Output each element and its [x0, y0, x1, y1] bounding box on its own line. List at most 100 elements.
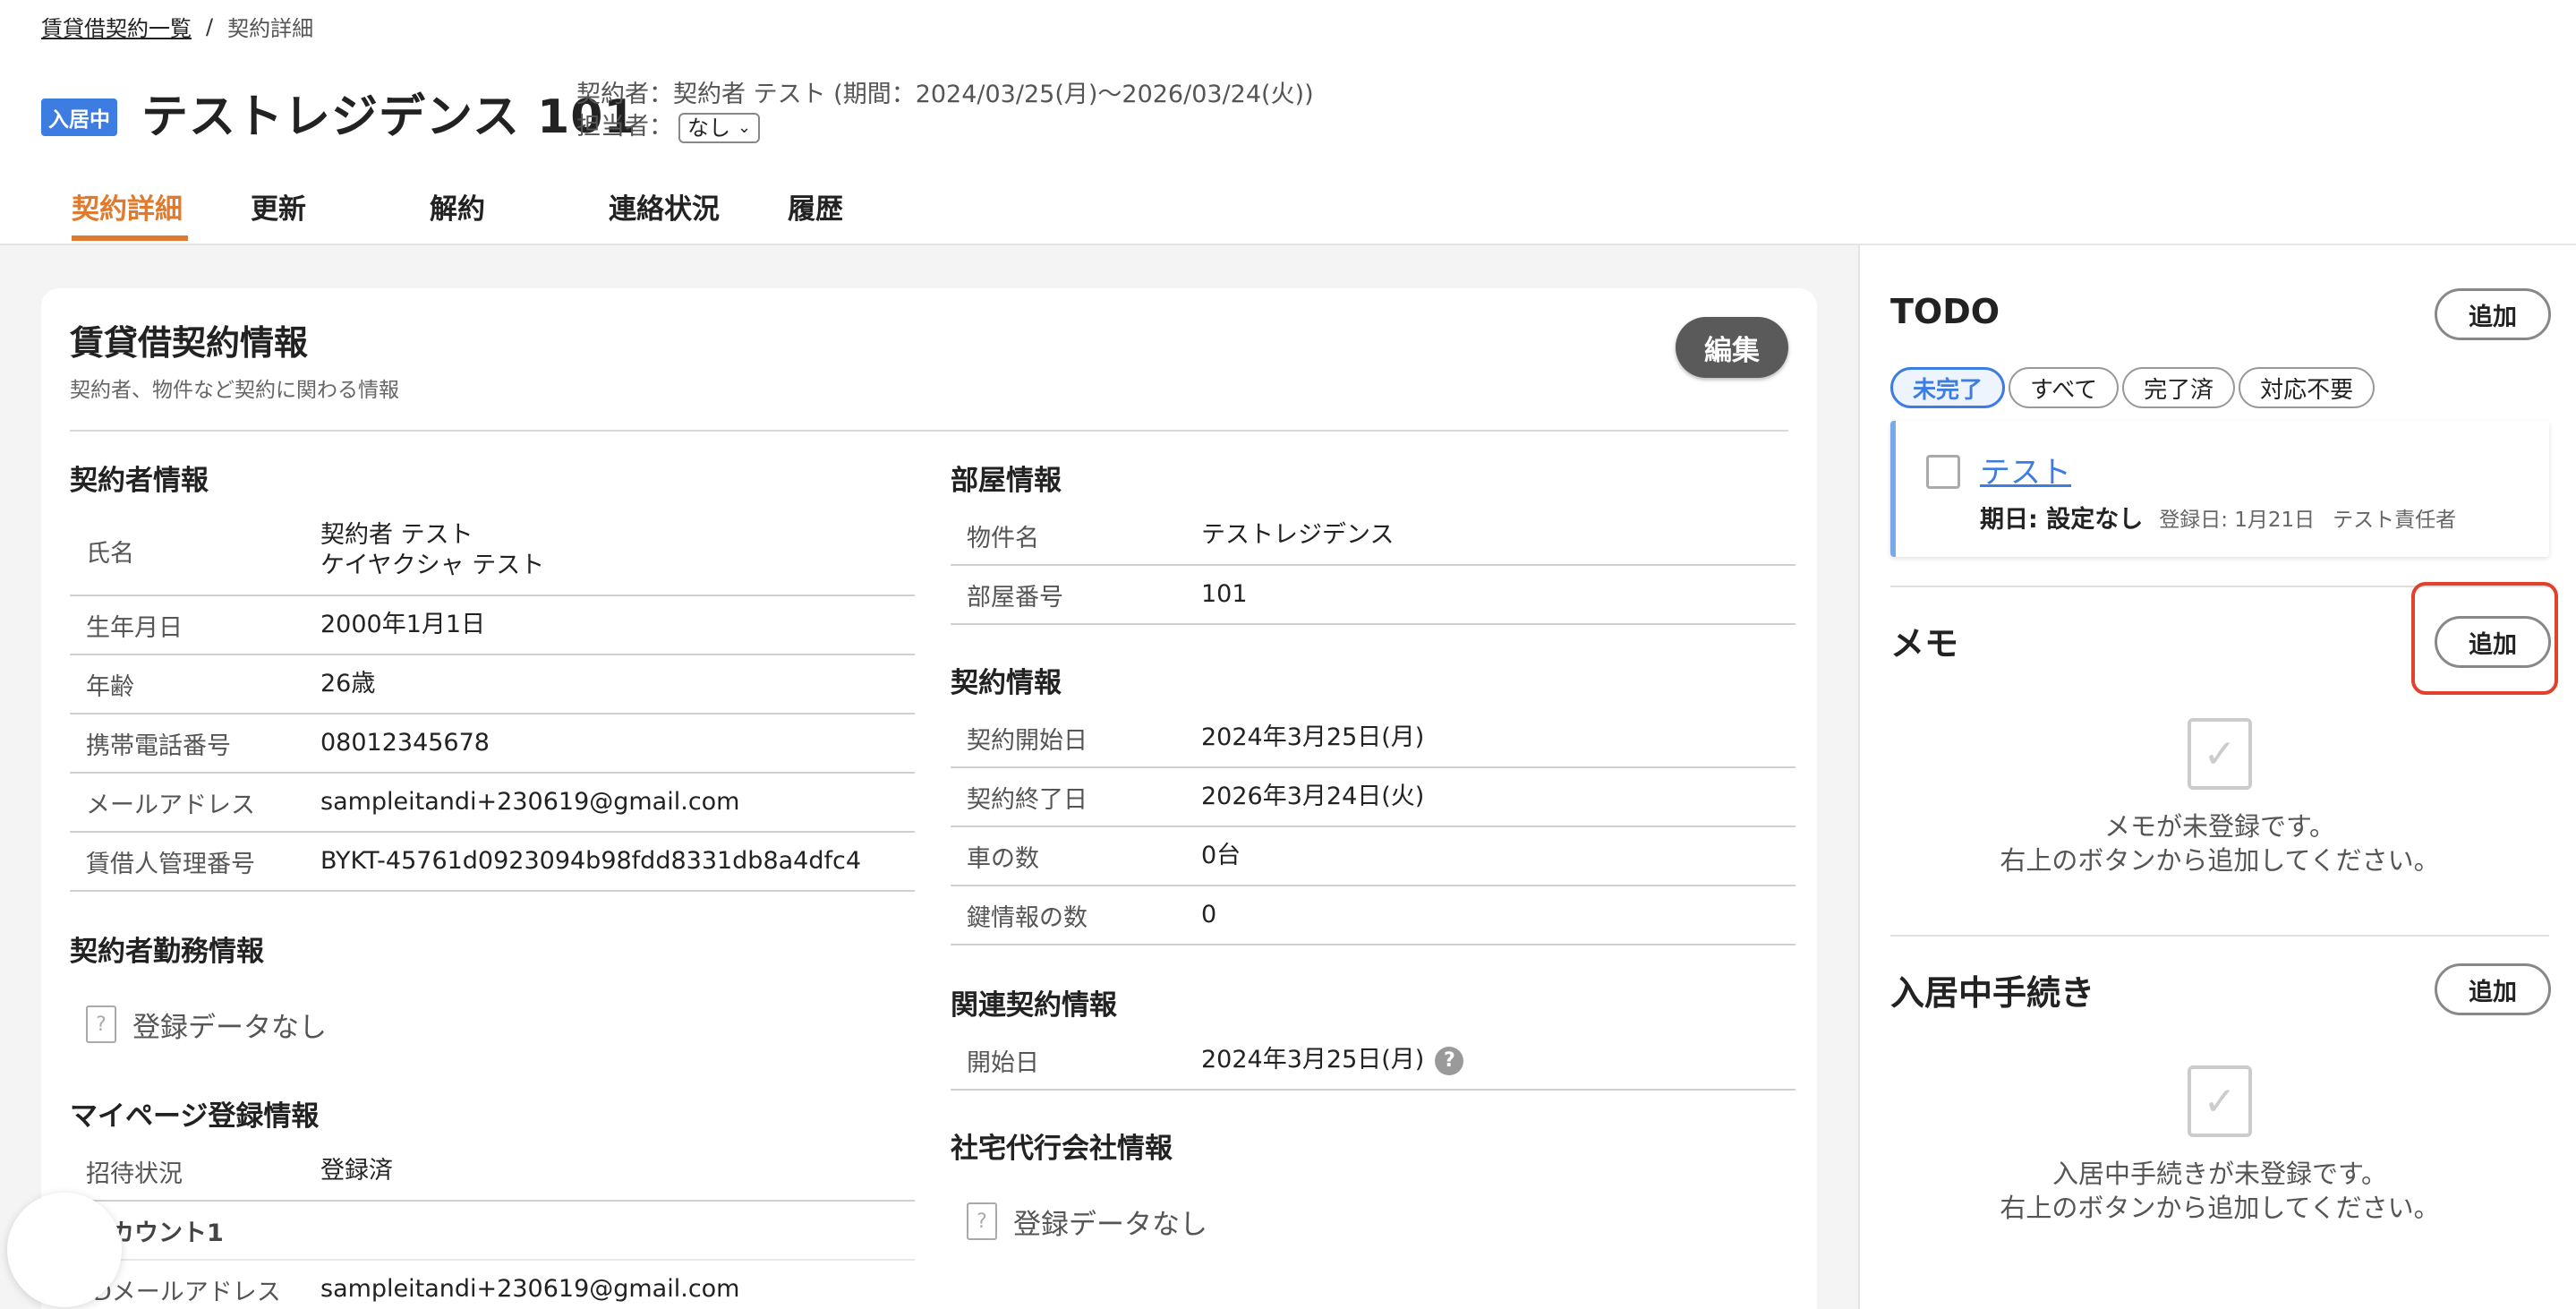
table-row: IDメールアドレス sampleitandi+230619@gmail.com — [70, 1261, 915, 1309]
row-value: sampleitandi+230619@gmail.com — [320, 1275, 740, 1303]
memo-empty-line2: 右上のボタンから追加してください。 — [2000, 845, 2440, 876]
contractor-name-kana: ケイヤクシャ テスト — [320, 552, 545, 579]
tab-cancellation[interactable]: 解約 — [430, 186, 609, 239]
procedures-empty-line2: 右上のボタンから追加してください。 — [2000, 1193, 2440, 1223]
assignee-row: 担当者： なし ⌄ — [576, 111, 1314, 143]
page-title: テストレジデンス 101 — [141, 90, 637, 144]
contract-summary: 契約者：契約者 テスト (期間：2024/03/25(月)〜2026/03/24… — [576, 79, 1314, 143]
procedures-empty-line1: 入居中手続きが未登録です。 — [2051, 1159, 2388, 1189]
row-value: 2024年3月25日(月) — [1201, 723, 1425, 751]
row-label: 年齢 — [86, 672, 134, 701]
work-empty-text: 登録データなし — [132, 1011, 327, 1044]
row-value: sampleitandi+230619@gmail.com — [320, 788, 740, 816]
breadcrumb-contract-list-link[interactable]: 賃貸借契約一覧 — [41, 11, 192, 42]
contractor-name: 契約者 テスト — [320, 521, 473, 549]
row-label: 生年月日 — [86, 613, 183, 642]
tab-renewal[interactable]: 更新 — [251, 186, 430, 239]
right-column: 部屋情報 物件名 テストレジデンス 部屋番号 101 契約情報 契約開始日 2024年… — [951, 448, 1796, 1268]
todo-title-link[interactable]: テスト — [1980, 448, 2071, 492]
account-heading: アカウント1 — [70, 1202, 915, 1261]
row-value: 26歳 — [320, 670, 376, 697]
edit-button[interactable]: 編集 — [1676, 317, 1788, 378]
todo-heading: TODO — [1890, 292, 2000, 331]
divider — [70, 430, 1788, 432]
row-value: 2026年3月24日(火) — [1201, 783, 1425, 810]
tab-contract-detail[interactable]: 契約詳細 — [72, 186, 251, 241]
todo-owner: テスト責任者 — [2333, 508, 2457, 532]
row-label: 鍵情報の数 — [967, 903, 1088, 932]
breadcrumb-current: 契約詳細 — [227, 16, 314, 41]
todo-meta: 期日: 設定なし 登録日: 1月21日 テスト責任者 — [1980, 500, 2456, 535]
right-sidebar: TODO 追加 未完了 すべて 完了済 対応不要 テスト 期日: 設定なし 登録… — [1858, 245, 2576, 1309]
company-empty: ? 登録データなし — [951, 1175, 1796, 1268]
floating-chat-button[interactable] — [7, 1193, 122, 1307]
tab-contact-status[interactable]: 連絡状況 — [609, 186, 788, 239]
work-empty: ? 登録データなし — [70, 978, 915, 1071]
left-column: 契約者情報 氏名 契約者 テスト ケイヤクシャ テスト 生年月日 2000年1月1… — [70, 448, 915, 1309]
row-label: 車の数 — [967, 844, 1039, 873]
table-row: 生年月日 2000年1月1日 — [70, 596, 915, 655]
divider — [1890, 935, 2549, 937]
contract-heading: 契約情報 — [951, 666, 1062, 699]
todo-registered: 登録日: 1月21日 — [2159, 508, 2316, 532]
chevron-down-icon: ⌄ — [738, 117, 752, 137]
table-row: 車の数 0台 — [951, 827, 1796, 886]
row-value: 2000年1月1日 — [320, 611, 486, 638]
breadcrumb-separator: / — [206, 13, 214, 39]
status-badge: 入居中 — [41, 98, 117, 136]
assignee-select[interactable]: なし ⌄ — [678, 112, 761, 143]
table-row: 氏名 契約者 テスト ケイヤクシャ テスト — [70, 507, 915, 596]
row-label: 招待状況 — [86, 1159, 183, 1188]
checkbox-icon: ✓ — [2188, 718, 2252, 790]
card-subtitle: 契約者、物件など契約に関わる情報 — [70, 379, 399, 402]
filter-all[interactable]: すべて — [2009, 367, 2120, 408]
filter-not-needed[interactable]: 対応不要 — [2239, 367, 2376, 408]
checkbox-icon: ✓ — [2188, 1065, 2252, 1137]
table-row: 招待状況 登録済 — [70, 1142, 915, 1202]
assignee-value: なし — [687, 115, 730, 141]
table-row: 開始日 2024年3月25日(月)? — [951, 1031, 1796, 1091]
todo-item: テスト 期日: 設定なし 登録日: 1月21日 テスト責任者 — [1890, 421, 2549, 557]
row-label: 物件名 — [967, 524, 1039, 552]
add-todo-button[interactable]: 追加 — [2435, 288, 2551, 340]
related-heading: 関連契約情報 — [951, 988, 1117, 1022]
document-icon: ? — [86, 1005, 116, 1043]
work-heading: 契約者勤務情報 — [70, 935, 264, 968]
todo-filters: 未完了 すべて 完了済 対応不要 — [1890, 367, 2378, 408]
row-value: 2024年3月25日(月)? — [1201, 1045, 1796, 1075]
filter-completed[interactable]: 完了済 — [2122, 367, 2236, 408]
row-label: 携帯電話番号 — [86, 732, 231, 760]
row-label: 契約開始日 — [967, 726, 1088, 755]
tab-history[interactable]: 履歴 — [788, 186, 967, 239]
help-icon[interactable]: ? — [1435, 1046, 1464, 1075]
procedures-empty-message: 入居中手続きが未登録です。 右上のボタンから追加してください。 — [1890, 1157, 2549, 1225]
table-row: 契約終了日 2026年3月24日(火) — [951, 768, 1796, 827]
page-header: 賃貸借契約一覧 / 契約詳細 入居中 テストレジデンス 101 契約者：契約者 … — [0, 0, 2576, 245]
room-heading: 部屋情報 — [951, 464, 1062, 497]
card-title: 賃貸借契約情報 — [70, 323, 309, 363]
document-icon: ? — [967, 1202, 997, 1240]
row-value: 登録済 — [320, 1157, 393, 1185]
add-procedure-button[interactable]: 追加 — [2435, 963, 2551, 1015]
row-label: 開始日 — [967, 1048, 1039, 1077]
row-label: 氏名 — [86, 539, 134, 568]
table-row: メールアドレス sampleitandi+230619@gmail.com — [70, 774, 915, 833]
row-value: テストレジデンス — [1201, 521, 1395, 549]
company-heading: 社宅代行会社情報 — [951, 1132, 1173, 1165]
row-label: メールアドレス — [86, 791, 255, 819]
highlight-annotation — [2411, 582, 2558, 695]
contractor-period-text: 契約者：契約者 テスト (期間：2024/03/25(月)〜2026/03/24… — [576, 81, 1314, 108]
contractor-heading: 契約者情報 — [70, 464, 209, 497]
row-value: 0 — [1201, 901, 1217, 928]
memo-empty-line1: メモが未登録です。 — [2103, 811, 2336, 842]
company-empty-text: 登録データなし — [1013, 1208, 1207, 1241]
filter-incomplete[interactable]: 未完了 — [1890, 367, 2006, 408]
table-row: 物件名 テストレジデンス — [951, 507, 1796, 566]
row-value: 0台 — [1201, 842, 1241, 869]
table-row: 賃借人管理番号 BYKT-45761d0923094b98fdd8331db8a4… — [70, 833, 915, 892]
row-label: 賃借人管理番号 — [86, 850, 255, 878]
row-label: 契約終了日 — [967, 785, 1088, 814]
table-row: 年齢 26歳 — [70, 655, 915, 714]
row-label: 部屋番号 — [967, 583, 1063, 612]
todo-checkbox[interactable] — [1926, 455, 1960, 489]
